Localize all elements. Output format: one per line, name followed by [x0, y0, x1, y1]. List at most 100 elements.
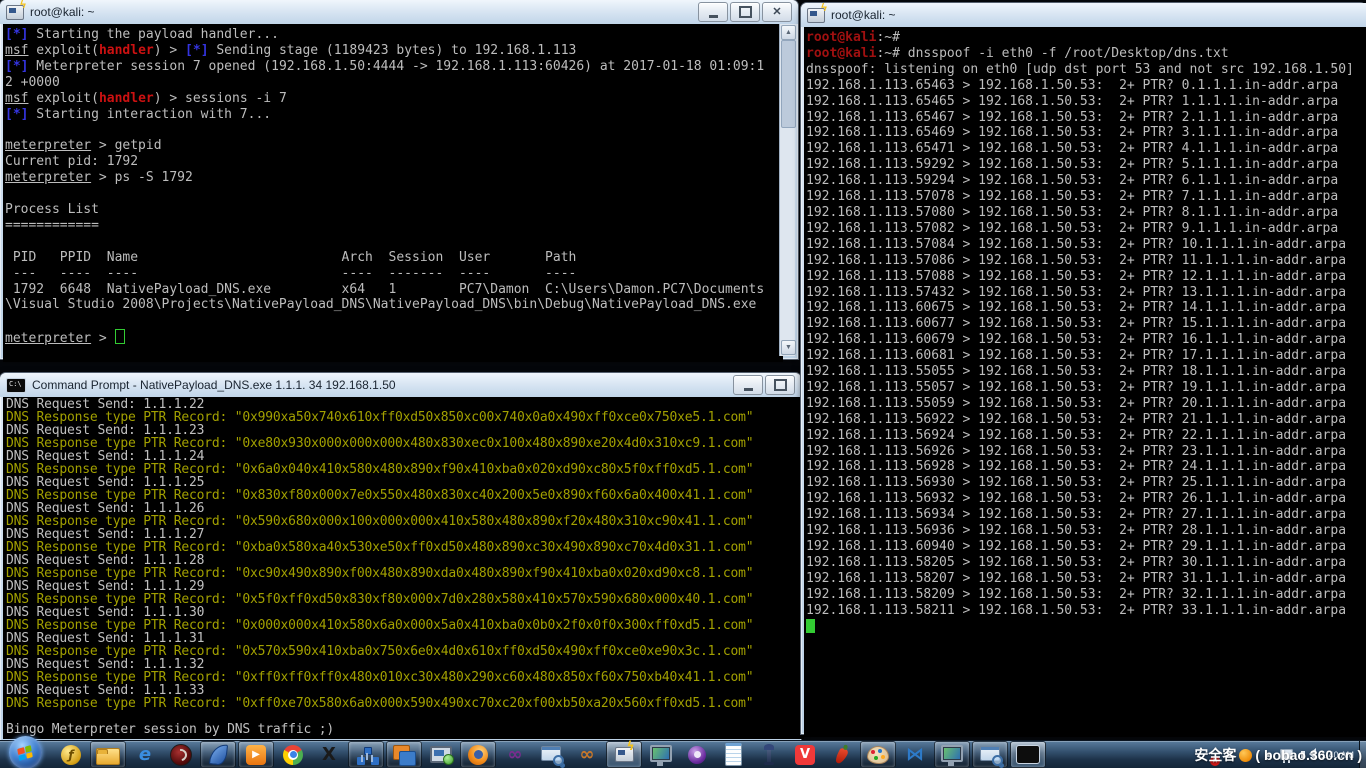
watermark-text-url: ( bobao.360.cn ) — [1255, 747, 1362, 763]
visual-studio-blue-icon[interactable]: ⋈ — [898, 742, 932, 767]
terminal-line: 192.168.1.113.65469 > 192.168.1.50.53: 2… — [806, 125, 1366, 141]
terminal-line — [5, 313, 781, 329]
paint-icon[interactable] — [860, 741, 896, 768]
potplayer-icon[interactable]: ▶ — [238, 741, 274, 768]
pepper-app-icon[interactable] — [824, 742, 858, 767]
terminal-line: 192.168.1.113.60681 > 192.168.1.50.53: 2… — [806, 348, 1366, 364]
system-monitor-icon[interactable] — [934, 741, 970, 768]
pc-utility-icon[interactable] — [424, 742, 458, 767]
display-tool-icon[interactable] — [644, 742, 678, 767]
lamp-app-icon-glyph — [767, 746, 771, 764]
terminal-line — [5, 122, 781, 138]
terminal-line: Current pid: 1792 — [5, 154, 781, 170]
terminal-line: 192.168.1.113.55055 > 192.168.1.50.53: 2… — [806, 364, 1366, 380]
terminal-line: msf exploit(handler) > sessions -i 7 — [5, 91, 781, 107]
putty-icon — [807, 8, 825, 23]
paint-icon-glyph — [867, 746, 889, 764]
putty-icon[interactable] — [606, 741, 642, 768]
command-prompt-icon-glyph — [1016, 745, 1040, 764]
terminal-line: 192.168.1.113.58205 > 192.168.1.50.53: 2… — [806, 555, 1366, 571]
terminal-line: 192.168.1.113.56930 > 192.168.1.50.53: 2… — [806, 475, 1366, 491]
close-button[interactable]: ✕ — [762, 2, 792, 22]
terminal-line: Process List — [5, 202, 781, 218]
minimize-button[interactable] — [733, 375, 763, 395]
x-app-icon-glyph: X — [318, 744, 340, 766]
terminal-line — [5, 186, 781, 202]
cmd-terminal-output[interactable]: DNS Request Send: 1.1.1.22DNS Response t… — [3, 397, 804, 739]
terminal-line: 192.168.1.113.58211 > 192.168.1.50.53: 2… — [806, 603, 1366, 619]
taskbar-icons: ƒ e ▶ X ∞ ∞ V ⋈ — [2, 741, 1047, 768]
windows-explorer-icon[interactable] — [90, 741, 126, 768]
start-button[interactable] — [3, 742, 47, 767]
search-tool-icon[interactable] — [534, 742, 568, 767]
vivaldi-icon[interactable]: V — [788, 742, 822, 767]
terminal-line: 192.168.1.113.55057 > 192.168.1.50.53: 2… — [806, 380, 1366, 396]
msf-window-titlebar[interactable]: root@kali: ~ ✕ — [0, 0, 798, 24]
visual-studio-icon-glyph: ∞ — [504, 744, 526, 766]
dnsspoof-terminal-output[interactable]: root@kali:~#root@kali:~# dnsspoof -i eth… — [804, 27, 1366, 737]
firefox-icon-glyph — [468, 745, 488, 765]
terminal-line — [5, 234, 781, 250]
potplayer-icon-glyph: ▶ — [246, 745, 266, 765]
command-prompt-icon[interactable] — [1010, 741, 1046, 768]
scrollbar-thumb[interactable] — [781, 40, 796, 128]
terminal-line: 2 +0000 — [5, 75, 781, 91]
system-tray: ▲ 1:40 AM ✕ 安全客 ( bobao.360.cn ) — [1264, 741, 1366, 768]
msf-terminal-output[interactable]: [*] Starting the payload handler...msf e… — [3, 24, 783, 362]
start-button-glyph — [9, 736, 42, 768]
terminal-line: meterpreter > ps -S 1792 — [5, 170, 781, 186]
notepad-icon[interactable] — [716, 742, 750, 767]
cmd-window-titlebar[interactable]: C:\ Command Prompt - NativePayload_DNS.e… — [0, 373, 801, 397]
wireshark-icon-glyph — [208, 743, 227, 766]
remote-desktop-icon-glyph — [393, 745, 410, 760]
visual-studio-blue-icon-glyph: ⋈ — [904, 744, 926, 766]
terminal-line: 192.168.1.113.65463 > 192.168.1.50.53: 2… — [806, 78, 1366, 94]
scroll-down-icon[interactable]: ▼ — [781, 340, 796, 355]
msf-scrollbar[interactable]: ▲ ▼ — [779, 24, 795, 356]
terminal-line: 192.168.1.113.57080 > 192.168.1.50.53: 2… — [806, 205, 1366, 221]
terminal-line: root@kali:~# dnsspoof -i eth0 -f /root/D… — [806, 46, 1366, 62]
daemon-tools-icon[interactable] — [164, 742, 198, 767]
watermark: 安全客 ( bobao.360.cn ) — [1194, 745, 1362, 765]
dnsspoof-terminal-window: root@kali: ~ root@kali:~#root@kali:~# dn… — [801, 3, 1366, 734]
terminal-line: 192.168.1.113.60679 > 192.168.1.50.53: 2… — [806, 332, 1366, 348]
internet-explorer-icon[interactable]: e — [128, 742, 162, 767]
desktop: root@kali: ~ ✕ [*] Starting the payload … — [0, 0, 1366, 768]
terminal-line: 192.168.1.113.57086 > 192.168.1.50.53: 2… — [806, 253, 1366, 269]
terminal-line: root@kali:~# — [806, 30, 1366, 46]
terminal-line: 192.168.1.113.65465 > 192.168.1.50.53: 2… — [806, 94, 1366, 110]
x-app-icon[interactable]: X — [312, 742, 346, 767]
remote-desktop-icon[interactable] — [386, 741, 422, 768]
terminal-line: [*] Starting interaction with 7... — [5, 107, 781, 123]
visual-studio-icon[interactable]: ∞ — [498, 742, 532, 767]
lamp-app-icon[interactable] — [752, 742, 786, 767]
terminal-line: 192.168.1.113.57082 > 192.168.1.50.53: 2… — [806, 221, 1366, 237]
flashfxp-icon[interactable]: ƒ — [54, 742, 88, 767]
network-scanner-icon[interactable] — [348, 741, 384, 768]
pepper-app-icon-glyph — [833, 746, 848, 764]
minimize-button[interactable] — [698, 2, 728, 22]
terminal-line: 192.168.1.113.65471 > 192.168.1.50.53: 2… — [806, 141, 1366, 157]
taskbar: ƒ e ▶ X ∞ ∞ V ⋈ ▲ 1:40 AM ✕ 安全客 ( bobao.360.cn … — [0, 740, 1366, 768]
msf-terminal-window: root@kali: ~ ✕ [*] Starting the payload … — [0, 0, 798, 359]
firefox-icon[interactable] — [460, 741, 496, 768]
maximize-icon — [774, 379, 787, 391]
dnsspoof-window-titlebar[interactable]: root@kali: ~ — [801, 3, 1366, 27]
visual-studio-2008-icon[interactable]: ∞ — [570, 742, 604, 767]
cmd-icon: C:\ — [6, 378, 26, 393]
vivaldi-icon-glyph: V — [795, 745, 815, 765]
terminal-line: 192.168.1.113.57084 > 192.168.1.50.53: 2… — [806, 237, 1366, 253]
terminal-line: 192.168.1.113.60675 > 192.168.1.50.53: 2… — [806, 300, 1366, 316]
terminal-line: dnsspoof: listening on eth0 [udp dst por… — [806, 62, 1366, 78]
terminal-line: meterpreter > — [5, 329, 781, 347]
visual-studio-2008-icon-glyph: ∞ — [576, 744, 598, 766]
scroll-up-icon[interactable]: ▲ — [781, 25, 796, 40]
maximize-button[interactable] — [730, 2, 760, 22]
chrome-icon[interactable] — [276, 742, 310, 767]
media-app-icon[interactable] — [680, 742, 714, 767]
wireshark-icon[interactable] — [200, 741, 236, 768]
windows-explorer-icon-glyph — [96, 748, 120, 765]
network-scanner-icon-glyph — [357, 746, 375, 764]
process-tool-icon[interactable] — [972, 741, 1008, 768]
maximize-button[interactable] — [765, 375, 795, 395]
